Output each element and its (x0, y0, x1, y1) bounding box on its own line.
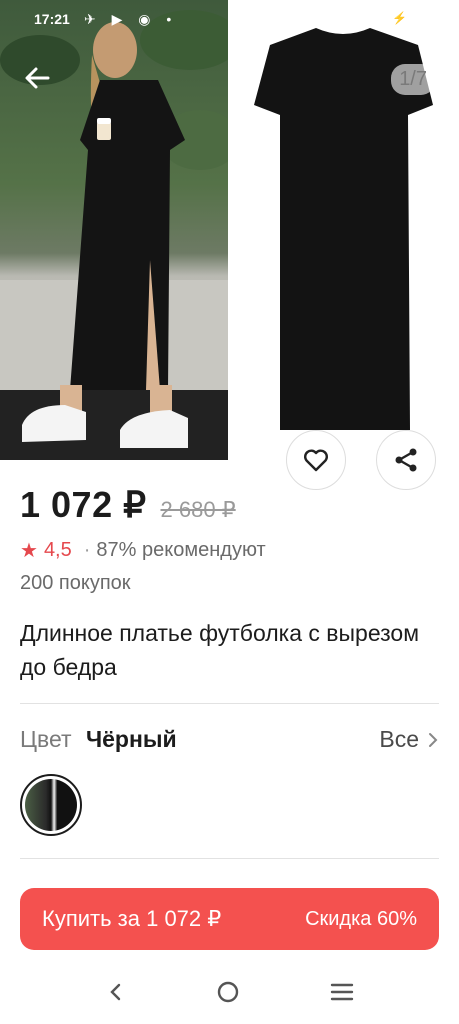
divider (20, 858, 439, 859)
system-nav-bar (0, 960, 459, 1024)
nav-home-icon[interactable] (215, 979, 241, 1005)
separator-dot: · (83, 539, 91, 561)
color-swatch-black[interactable] (20, 774, 82, 836)
share-icon (395, 448, 417, 472)
color-selector-header[interactable]: Цвет Чёрный Все (20, 726, 439, 753)
discount-label: Скидка 60% (305, 907, 417, 930)
star-icon: ★ (20, 540, 38, 562)
swatch-thumbnail (25, 779, 77, 831)
product-page: 17:21 ✈ ▶ ◉ • ℕ ▴ ▐▐ ▐▐ ⚡ ▮ 1/7 1 072 ₽ … (0, 0, 459, 1024)
old-price: 2 680 ₽ (160, 497, 236, 522)
chevron-right-icon (429, 732, 438, 747)
system-status-icons: ℕ ▴ ▐▐ ▐▐ ⚡ ▮ (289, 11, 429, 25)
nav-menu-icon[interactable] (329, 980, 355, 1004)
nav-back-icon[interactable] (104, 980, 128, 1004)
product-gallery[interactable]: 17:21 ✈ ▶ ◉ • ℕ ▴ ▐▐ ▐▐ ⚡ ▮ 1/7 (0, 0, 459, 460)
share-button[interactable] (376, 430, 436, 490)
recommend-text: 87% рекомендуют (96, 539, 266, 561)
color-label-group: Цвет Чёрный (20, 726, 177, 753)
favorite-button[interactable] (286, 430, 346, 490)
current-price: 1 072 ₽ (20, 484, 147, 525)
gallery-counter: 1/7 (391, 64, 435, 95)
arrow-left-icon (25, 67, 50, 89)
color-label: Цвет (20, 726, 72, 752)
price-row: 1 072 ₽ 2 680 ₽ (20, 484, 236, 526)
notification-icons: ✈ ▶ ◉ • (84, 11, 178, 27)
divider (20, 703, 439, 704)
back-button[interactable] (20, 60, 56, 96)
purchases-count: 200 покупок (20, 572, 131, 594)
buy-button-label: Купить за 1 072 ₽ (42, 906, 222, 931)
buy-button[interactable]: Купить за 1 072 ₽ Скидка 60% (20, 888, 439, 950)
all-colors-label: Все (379, 726, 419, 752)
rating-value: 4,5 (43, 539, 72, 561)
all-colors-link[interactable]: Все (379, 726, 439, 753)
rating-row[interactable]: ★ 4,5 · 87% рекомендуют (20, 538, 266, 563)
status-bar: 17:21 ✈ ▶ ◉ • ℕ ▴ ▐▐ ▐▐ ⚡ ▮ (0, 0, 459, 40)
product-title: Длинное платье футболка с вырезом до бед… (20, 620, 420, 680)
color-value: Чёрный (85, 726, 177, 752)
heart-icon (304, 449, 328, 472)
status-time: 17:21 (34, 11, 70, 27)
